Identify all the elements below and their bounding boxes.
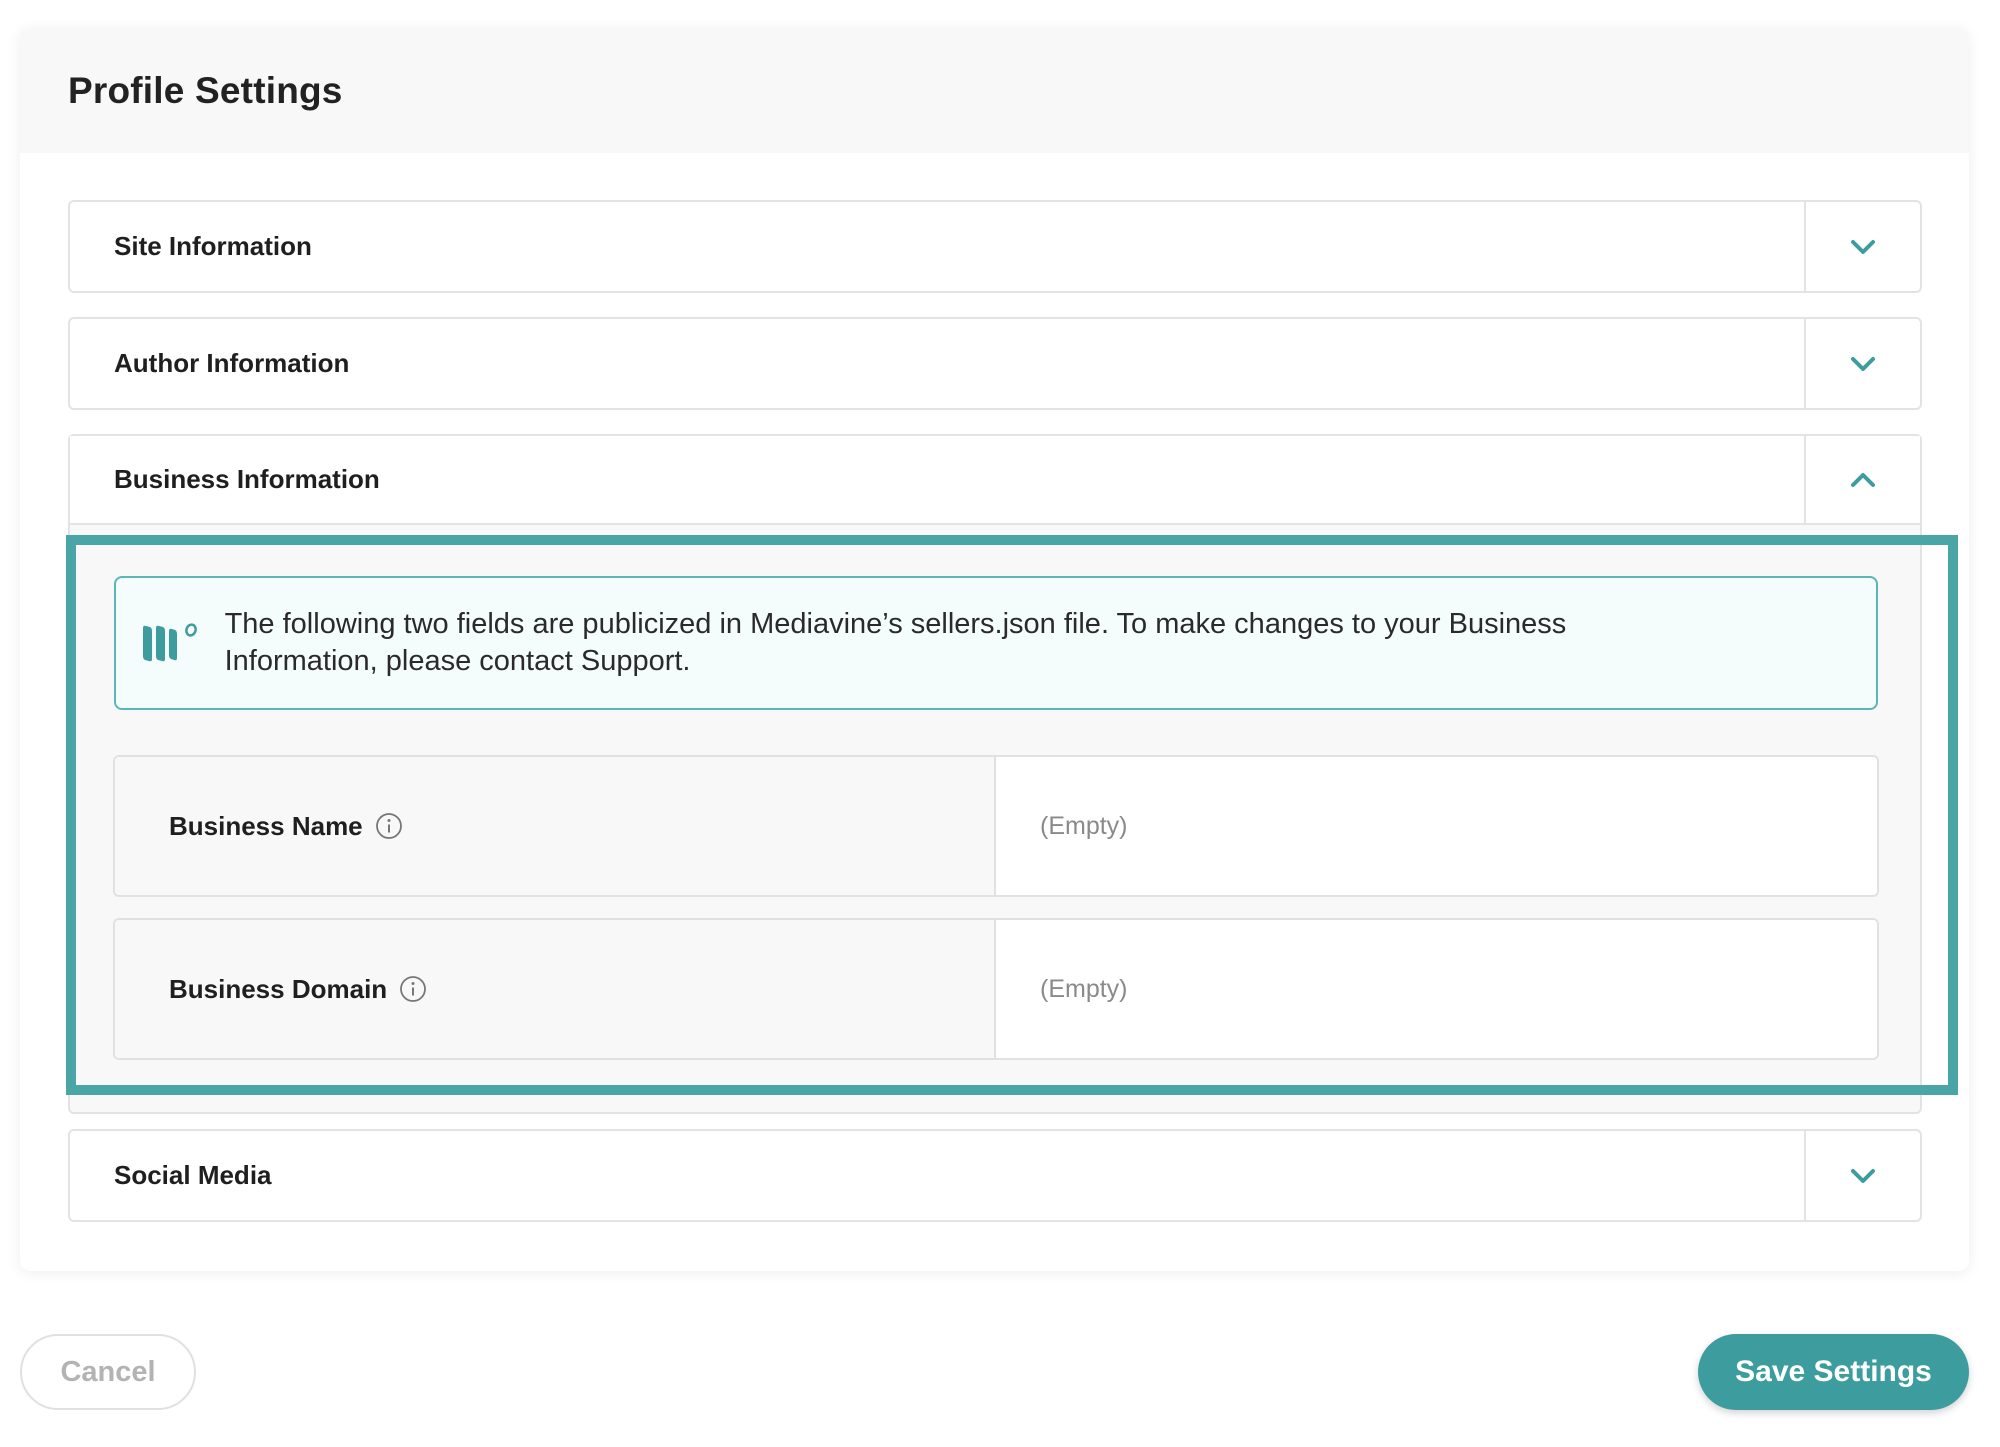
field-label: Business Domain xyxy=(169,973,388,1004)
save-settings-button[interactable]: Save Settings xyxy=(1698,1334,1969,1410)
field-label-cell: Business Name xyxy=(115,757,996,895)
page-title: Profile Settings xyxy=(68,69,343,111)
field-value-cell: (Empty) xyxy=(996,920,1877,1058)
field-label: Business Name xyxy=(169,810,363,841)
business-domain-row: Business Domain (Empty) xyxy=(113,918,1879,1060)
chevron-up-icon xyxy=(1851,472,1875,487)
chevron-down-icon xyxy=(1851,356,1875,371)
section-header[interactable]: Author Information xyxy=(70,319,1920,408)
notice-text: The following two fields are publicized … xyxy=(224,608,1567,677)
section-header[interactable]: Social Media xyxy=(70,1131,1920,1220)
profile-settings-card: Profile Settings Site Information Author… xyxy=(20,28,1969,1271)
section-toggle-button[interactable] xyxy=(1804,436,1920,523)
section-label: Social Media xyxy=(114,1160,272,1190)
card-header: Profile Settings xyxy=(20,28,1969,153)
field-value-cell: (Empty) xyxy=(996,757,1877,895)
section-toggle-button[interactable] xyxy=(1804,1131,1920,1220)
section-toggle-button[interactable] xyxy=(1804,319,1920,408)
section-label: Site Information xyxy=(114,231,312,261)
chevron-down-icon xyxy=(1851,239,1875,254)
cancel-button[interactable]: Cancel xyxy=(20,1334,196,1410)
section-header[interactable]: Site Information xyxy=(70,202,1920,291)
chevron-down-icon xyxy=(1851,1168,1875,1183)
business-name-value: (Empty) xyxy=(1040,811,1128,840)
section-site-information: Site Information xyxy=(68,200,1922,293)
info-icon[interactable] xyxy=(399,975,427,1003)
business-name-row: Business Name (Empty) xyxy=(113,755,1879,897)
info-icon[interactable] xyxy=(375,812,403,840)
section-author-information: Author Information xyxy=(68,317,1922,410)
mediavine-logo-icon xyxy=(116,622,225,664)
business-domain-value: (Empty) xyxy=(1040,974,1128,1003)
sellers-json-notice: The following two fields are publicized … xyxy=(114,576,1878,710)
section-social-media: Social Media xyxy=(68,1129,1922,1222)
section-toggle-button[interactable] xyxy=(1804,202,1920,291)
section-label: Business Information xyxy=(114,464,380,494)
section-label: Author Information xyxy=(114,348,350,378)
field-label-cell: Business Domain xyxy=(115,920,996,1058)
section-header[interactable]: Business Information xyxy=(70,436,1920,525)
